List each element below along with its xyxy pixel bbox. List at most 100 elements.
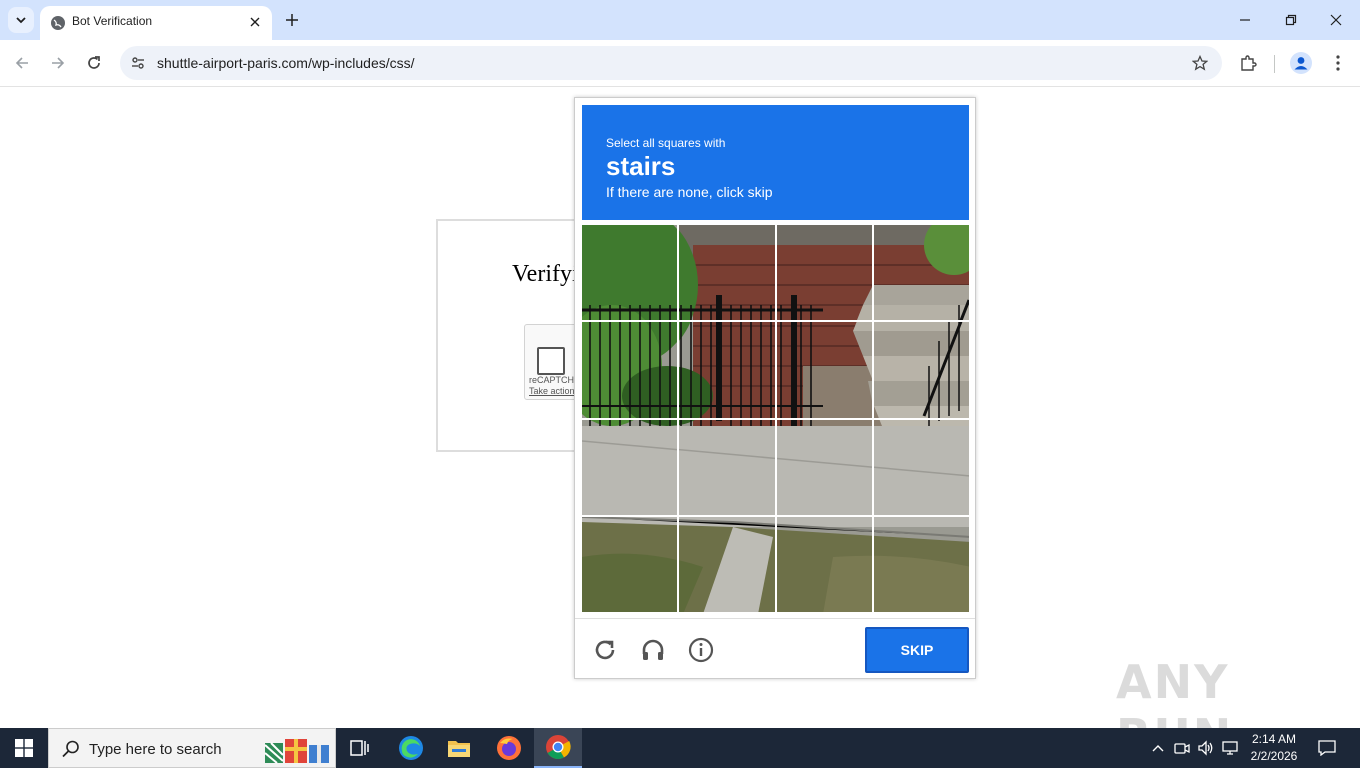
- browser-toolbar: shuttle-airport-paris.com/wp-includes/cs…: [0, 40, 1360, 87]
- edge-app[interactable]: [387, 728, 435, 768]
- skip-button[interactable]: SKIP: [865, 627, 969, 673]
- arrow-right-icon: [52, 57, 65, 69]
- tab-title: Bot Verification: [72, 14, 153, 28]
- info-button[interactable]: [686, 635, 716, 665]
- avatar-icon: [1290, 52, 1312, 74]
- chevron-down-icon: [16, 17, 26, 24]
- chrome-icon: [546, 735, 571, 760]
- tray-overflow-button[interactable]: [1148, 738, 1168, 758]
- chrome-app[interactable]: [534, 728, 582, 768]
- windows-taskbar: Type here to search 2:14 AM 2/2/2026: [0, 728, 1360, 768]
- taskbar-clock[interactable]: 2:14 AM 2/2/2026: [1248, 731, 1300, 765]
- challenge-tile[interactable]: [582, 225, 678, 321]
- challenge-tile[interactable]: [873, 225, 969, 321]
- arrow-left-icon: [15, 57, 28, 69]
- meet-now-button[interactable]: [1172, 738, 1192, 758]
- challenge-footer: SKIP: [575, 618, 975, 678]
- challenge-tile[interactable]: [679, 225, 775, 321]
- challenge-tile[interactable]: [873, 516, 969, 612]
- challenge-tile[interactable]: [776, 419, 872, 515]
- speaker-icon: [1198, 740, 1213, 756]
- challenge-tile[interactable]: [873, 322, 969, 418]
- challenge-tile[interactable]: [679, 322, 775, 418]
- tile-image: [776, 516, 872, 612]
- notification-button[interactable]: [1314, 736, 1340, 760]
- reload-challenge-button[interactable]: [590, 635, 620, 665]
- reload-button[interactable]: [81, 50, 107, 76]
- page-title: Verifyi: [512, 261, 579, 287]
- clock-time: 2:14 AM: [1251, 732, 1297, 746]
- camera-icon: [1174, 743, 1190, 754]
- challenge-tile[interactable]: [582, 516, 678, 612]
- challenge-object: stairs: [606, 151, 676, 181]
- headphones-icon: [642, 639, 664, 660]
- tab-strip: Bot Verification: [0, 0, 1360, 40]
- profile-button[interactable]: [1289, 51, 1313, 75]
- challenge-tile[interactable]: [679, 516, 775, 612]
- globe-icon: [51, 16, 65, 30]
- close-icon: [250, 17, 260, 27]
- puzzle-icon: [1241, 55, 1257, 71]
- forward-button[interactable]: [45, 50, 71, 76]
- tab-search-button[interactable]: [8, 7, 34, 33]
- tune-icon: [132, 57, 144, 69]
- site-info-button[interactable]: [128, 53, 148, 73]
- reload-icon: [595, 640, 615, 660]
- close-icon: [1330, 14, 1342, 26]
- edge-icon: [399, 736, 423, 760]
- audio-challenge-button[interactable]: [638, 635, 668, 665]
- tile-image: [873, 225, 969, 321]
- file-explorer-app[interactable]: [435, 728, 483, 768]
- new-tab-button[interactable]: [281, 9, 303, 31]
- tile-image: [776, 419, 872, 515]
- challenge-image-grid: [582, 225, 969, 612]
- restore-button[interactable]: [1277, 8, 1305, 32]
- star-icon: [1192, 55, 1208, 71]
- tile-image: [679, 225, 775, 321]
- extensions-button[interactable]: [1236, 51, 1260, 75]
- back-button[interactable]: [9, 50, 35, 76]
- search-placeholder: Type here to search: [89, 741, 222, 758]
- chevron-up-icon: [1152, 745, 1164, 752]
- toolbar-divider: [1274, 55, 1275, 73]
- start-button[interactable]: [0, 728, 48, 768]
- tile-image: [582, 419, 678, 515]
- network-button[interactable]: [1220, 738, 1240, 758]
- restore-icon: [1285, 14, 1297, 26]
- tile-image: [679, 419, 775, 515]
- challenge-header: Select all squares with stairs If there …: [582, 105, 969, 220]
- network-icon: [1222, 741, 1238, 755]
- minimize-button[interactable]: [1231, 8, 1259, 32]
- tile-image: [776, 225, 872, 321]
- task-view-icon: [350, 740, 369, 756]
- bookmark-button[interactable]: [1190, 53, 1210, 73]
- challenge-tile[interactable]: [776, 322, 872, 418]
- challenge-tile[interactable]: [776, 516, 872, 612]
- notification-icon: [1318, 740, 1336, 756]
- tile-image: [582, 322, 678, 418]
- challenge-tile[interactable]: [679, 419, 775, 515]
- address-bar[interactable]: shuttle-airport-paris.com/wp-includes/cs…: [120, 46, 1222, 80]
- volume-button[interactable]: [1196, 738, 1216, 758]
- url-text[interactable]: shuttle-airport-paris.com/wp-includes/cs…: [157, 55, 415, 71]
- reload-icon: [88, 56, 100, 69]
- recaptcha-label: reCAPTCHA: [529, 375, 581, 385]
- minimize-icon: [1240, 19, 1250, 21]
- tab-close-button[interactable]: [246, 13, 264, 31]
- challenge-tile[interactable]: [582, 322, 678, 418]
- challenge-tile[interactable]: [582, 419, 678, 515]
- search-icon: [62, 740, 79, 758]
- challenge-tile[interactable]: [776, 225, 872, 321]
- taskbar-search-box[interactable]: Type here to search: [48, 728, 336, 768]
- recaptcha-action-link[interactable]: Take action: [529, 386, 575, 396]
- tile-image: [873, 419, 969, 515]
- browser-tab[interactable]: Bot Verification: [40, 6, 272, 40]
- recaptcha-checkbox[interactable]: [537, 347, 565, 375]
- task-view-button[interactable]: [336, 728, 384, 768]
- close-window-button[interactable]: [1322, 8, 1350, 32]
- menu-button[interactable]: [1326, 51, 1350, 75]
- info-icon: [688, 637, 714, 663]
- challenge-tile[interactable]: [873, 419, 969, 515]
- firefox-app[interactable]: [485, 728, 533, 768]
- tile-image: [679, 322, 775, 418]
